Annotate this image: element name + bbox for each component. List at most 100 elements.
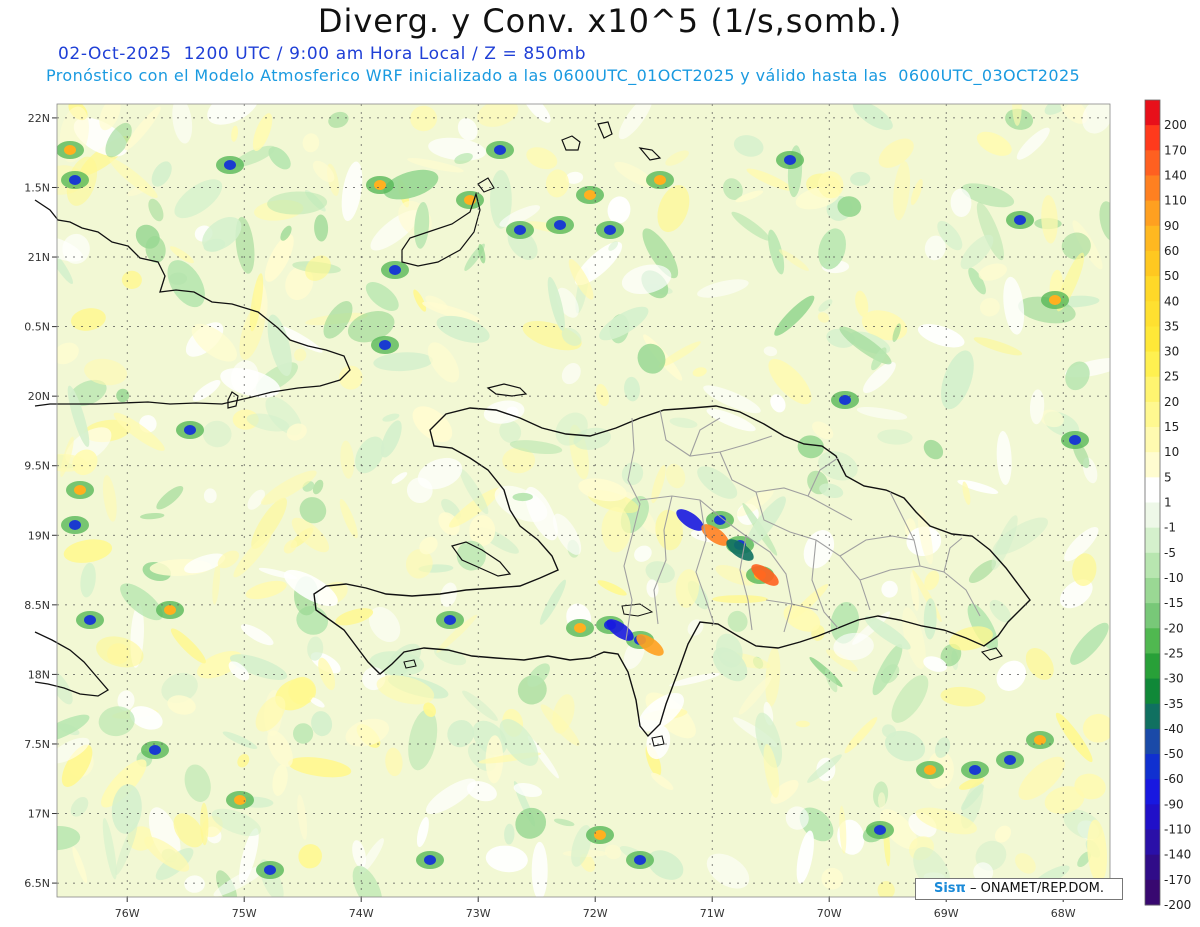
lat-label: 0.5N <box>24 321 50 334</box>
colorbar-swatch <box>1145 779 1160 805</box>
colorbar-label: -10 <box>1164 571 1184 585</box>
colorbar-label: -20 <box>1164 621 1184 635</box>
core-spot <box>584 190 596 200</box>
colorbar-swatch <box>1145 175 1160 202</box>
colorbar-swatch <box>1145 603 1160 629</box>
lon-label: 75W <box>232 907 257 920</box>
colorbar-label: 200 <box>1164 118 1187 132</box>
colorbar-swatch <box>1145 854 1160 881</box>
colorbar-label: 20 <box>1164 395 1179 409</box>
core-spot <box>149 745 161 755</box>
core-spot <box>69 520 81 530</box>
core-spot <box>1004 755 1016 765</box>
colorbar-swatch <box>1145 728 1160 755</box>
colorbar: 200 170 140 110 90 60 50 40 35 30 25 20 15 10 5 1 -1 -5 -1… <box>1144 99 1191 912</box>
core-spot <box>69 175 81 185</box>
lat-label: 18N <box>28 668 50 681</box>
colorbar-label: 30 <box>1164 345 1179 359</box>
colorbar-swatch <box>1145 628 1160 654</box>
colorbar-label: -110 <box>1164 823 1191 837</box>
colorbar-label: -40 <box>1164 722 1184 736</box>
sispi-logo: Sisπ <box>933 881 966 896</box>
credit-text: – ONAMET/REP.DOM. <box>969 881 1104 896</box>
core-spot <box>1034 735 1046 745</box>
forecast-map: 22N 1.5N 21N 0.5N 20N 9.5N 19N 8.5N 18N 7.5N 17N 6.… <box>24 99 1191 920</box>
colorbar-label: 35 <box>1164 319 1179 333</box>
lon-label: 71W <box>700 907 725 920</box>
colorbar-label: -140 <box>1164 848 1191 862</box>
colorbar-label: -15 <box>1164 596 1184 610</box>
colorbar-swatch <box>1145 678 1160 705</box>
colorbar-label: -50 <box>1164 747 1184 761</box>
colorbar-swatch <box>1145 376 1160 403</box>
colorbar-swatch <box>1145 427 1160 453</box>
lat-label: 9.5N <box>24 460 50 473</box>
core-spot <box>1069 435 1081 445</box>
colorbar-label: -90 <box>1164 797 1184 811</box>
colorbar-swatch <box>1145 577 1160 604</box>
core-spot <box>494 145 506 155</box>
core-spot <box>604 225 616 235</box>
core-spot <box>554 220 566 230</box>
colorbar-swatch <box>1145 276 1160 302</box>
colorbar-label: -30 <box>1164 672 1184 686</box>
lon-label: 73W <box>466 907 491 920</box>
lon-label: 70W <box>817 907 842 920</box>
colorbar-label: 170 <box>1164 143 1187 157</box>
core-spot <box>874 825 886 835</box>
colorbar-swatch <box>1145 703 1160 730</box>
colorbar-swatch <box>1145 879 1160 906</box>
core-spot <box>654 175 666 185</box>
lon-label: 76W <box>115 907 140 920</box>
colorbar-label: -170 <box>1164 873 1191 887</box>
lon-label: 69W <box>934 907 959 920</box>
core-spot <box>594 830 606 840</box>
core-spot <box>784 155 796 165</box>
core-spot <box>389 265 401 275</box>
lon-label: 72W <box>583 907 608 920</box>
colorbar-label: 15 <box>1164 420 1179 434</box>
colorbar-label: 90 <box>1164 219 1179 233</box>
colorbar-label: 25 <box>1164 370 1179 384</box>
core-spot <box>514 225 526 235</box>
colorbar-label: 5 <box>1164 470 1172 484</box>
core-spot <box>164 605 176 615</box>
core-spot <box>374 180 386 190</box>
colorbar-label: 140 <box>1164 169 1187 183</box>
colorbar-swatch <box>1145 653 1160 680</box>
lat-label: 17N <box>28 808 50 821</box>
core-spot <box>264 865 276 875</box>
core-spot <box>224 160 236 170</box>
core-spot <box>64 145 76 155</box>
lon-label: 68W <box>1051 907 1076 920</box>
colorbar-swatch <box>1145 477 1160 503</box>
colorbar-swatch <box>1145 754 1160 780</box>
lat-label: 7.5N <box>24 738 50 751</box>
colorbar-label: -25 <box>1164 646 1184 660</box>
core-spot <box>1014 215 1026 225</box>
colorbar-swatch <box>1145 225 1160 252</box>
colorbar-swatch <box>1145 351 1160 378</box>
core-spot <box>444 615 456 625</box>
colorbar-swatch <box>1145 502 1160 529</box>
colorbar-label: -5 <box>1164 546 1176 560</box>
lat-label: 19N <box>28 529 50 542</box>
colorbar-swatch <box>1145 401 1160 428</box>
colorbar-swatch <box>1145 804 1160 831</box>
colorbar-label: -200 <box>1164 898 1191 912</box>
field-blob <box>531 841 548 897</box>
lat-label: 8.5N <box>24 599 50 612</box>
colorbar-label: 110 <box>1164 194 1187 208</box>
lat-label: 1.5N <box>24 181 50 194</box>
colorbar-label: -1 <box>1164 521 1176 535</box>
colorbar-swatch <box>1145 829 1160 856</box>
colorbar-label: 60 <box>1164 244 1179 258</box>
lat-label: 6.5N <box>24 877 50 890</box>
colorbar-label: 40 <box>1164 294 1179 308</box>
core-spot <box>424 855 436 865</box>
core-spot <box>1049 295 1061 305</box>
colorbar-label: 50 <box>1164 269 1179 283</box>
core-spot <box>634 855 646 865</box>
lat-label: 22N <box>28 112 50 125</box>
lat-label: 20N <box>28 390 50 403</box>
